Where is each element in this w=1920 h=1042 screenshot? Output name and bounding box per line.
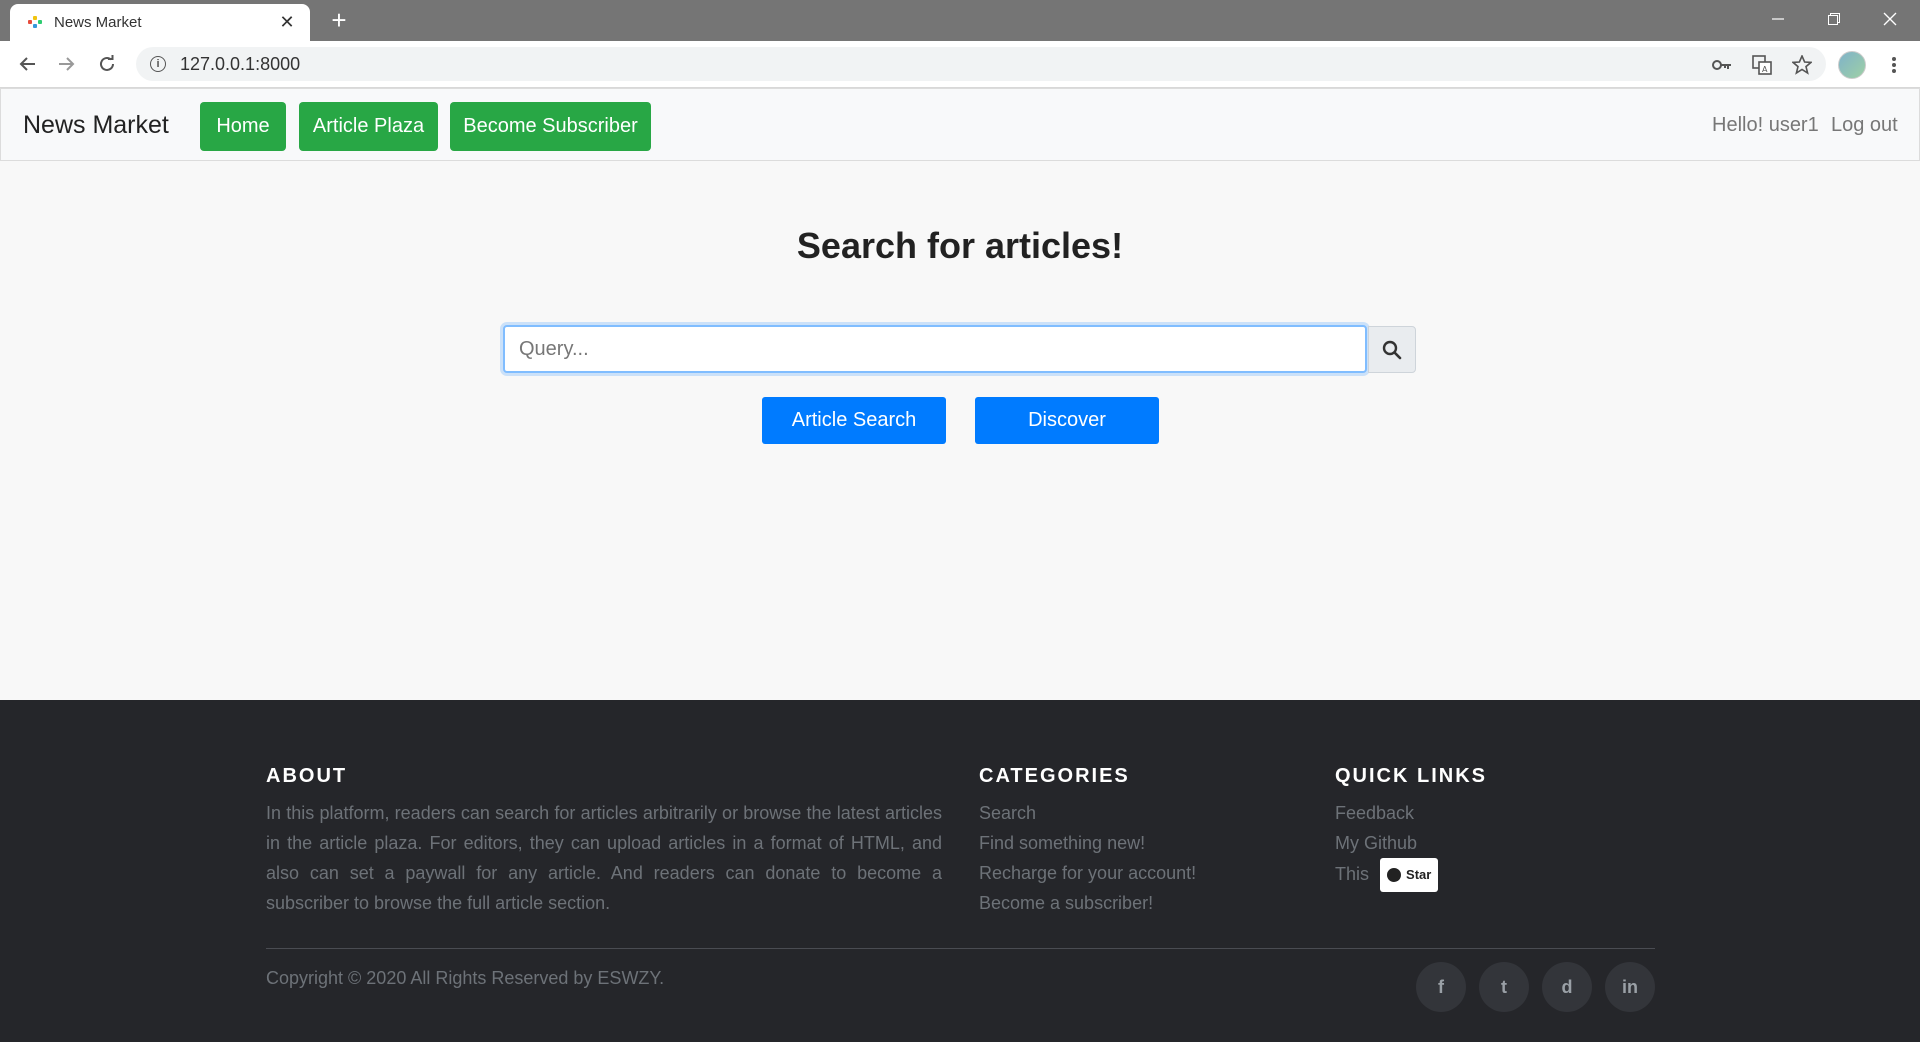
address-bar[interactable]: i 127.0.0.1:8000	[136, 47, 1826, 81]
tab-close-icon[interactable]: ✕	[276, 12, 298, 33]
logout-link[interactable]: Log out	[1831, 114, 1898, 137]
footer-divider	[266, 948, 1655, 949]
tab-title: News Market	[54, 14, 142, 31]
footer-quick-links-heading: QUICK LINKS	[1335, 765, 1487, 787]
page-title: Search for articles!	[796, 225, 1124, 266]
article-search-button[interactable]: Article Search	[762, 397, 946, 444]
site-navbar: News Market Home Article Plaza Become Su…	[0, 88, 1920, 161]
twitter-icon[interactable]: t	[1479, 962, 1529, 1012]
search-input[interactable]	[503, 325, 1367, 373]
reload-icon[interactable]	[92, 49, 122, 79]
discover-button[interactable]: Discover	[975, 397, 1159, 444]
footer-categories-list: Search Find something new! Recharge for …	[979, 798, 1196, 918]
brand-logo[interactable]: News Market	[23, 111, 169, 140]
info-icon[interactable]: i	[150, 56, 166, 72]
forward-arrow-icon[interactable]	[52, 49, 82, 79]
user-greeting: Hello! user1	[1712, 114, 1819, 136]
favicon-icon	[28, 15, 42, 30]
github-star-button[interactable]: Star	[1380, 858, 1439, 892]
search-icon[interactable]	[1368, 326, 1416, 373]
browser-tab[interactable]: News Market ✕	[10, 4, 310, 41]
dribbble-icon[interactable]: d	[1542, 962, 1592, 1012]
profile-avatar[interactable]	[1838, 51, 1866, 79]
footer-quick-links-list: Feedback My Github This Star	[1335, 798, 1439, 892]
minimize-icon[interactable]	[1750, 0, 1806, 38]
footer-this-row: This Star	[1335, 858, 1439, 892]
site-footer: ABOUT In this platform, readers can sear…	[0, 700, 1920, 1042]
svg-text:A: A	[1762, 65, 1768, 74]
linkedin-icon[interactable]: in	[1605, 962, 1655, 1012]
footer-link-github[interactable]: My Github	[1335, 828, 1438, 858]
footer-link-recharge[interactable]: Recharge for your account!	[979, 858, 1196, 888]
close-icon[interactable]	[1862, 0, 1918, 38]
footer-about-heading: ABOUT	[266, 765, 348, 787]
github-icon	[1387, 868, 1402, 882]
footer-link-feedback[interactable]: Feedback	[1335, 798, 1438, 828]
nav-become-subscriber-button[interactable]: Become Subscriber	[450, 102, 651, 151]
star-icon[interactable]	[1788, 51, 1816, 79]
nav-home-button[interactable]: Home	[200, 102, 286, 151]
footer-copyright: Copyright © 2020 All Rights Reserved by …	[266, 968, 665, 988]
restore-icon[interactable]	[1806, 0, 1862, 38]
key-icon[interactable]	[1708, 51, 1736, 79]
new-tab-icon[interactable]: +	[325, 6, 353, 34]
footer-about-text: In this platform, readers can search for…	[266, 803, 942, 913]
footer-link-search[interactable]: Search	[979, 798, 1196, 828]
facebook-icon[interactable]: f	[1416, 962, 1466, 1012]
footer-link-subscribe[interactable]: Become a subscriber!	[979, 888, 1196, 918]
translate-icon[interactable]: A	[1748, 51, 1776, 79]
footer-categories-heading: CATEGORIES	[979, 765, 1130, 787]
github-star-label: Star	[1406, 867, 1432, 882]
nav-article-plaza-button[interactable]: Article Plaza	[299, 102, 438, 151]
back-arrow-icon[interactable]	[12, 49, 42, 79]
browser-toolbar: i 127.0.0.1:8000 A	[0, 41, 1920, 88]
footer-this-label: This	[1335, 863, 1370, 884]
menu-dots-icon[interactable]	[1880, 51, 1908, 79]
browser-tab-bar: News Market ✕ +	[0, 0, 1920, 41]
url-text: 127.0.0.1:8000	[180, 53, 301, 74]
footer-link-find-new[interactable]: Find something new!	[979, 828, 1196, 858]
